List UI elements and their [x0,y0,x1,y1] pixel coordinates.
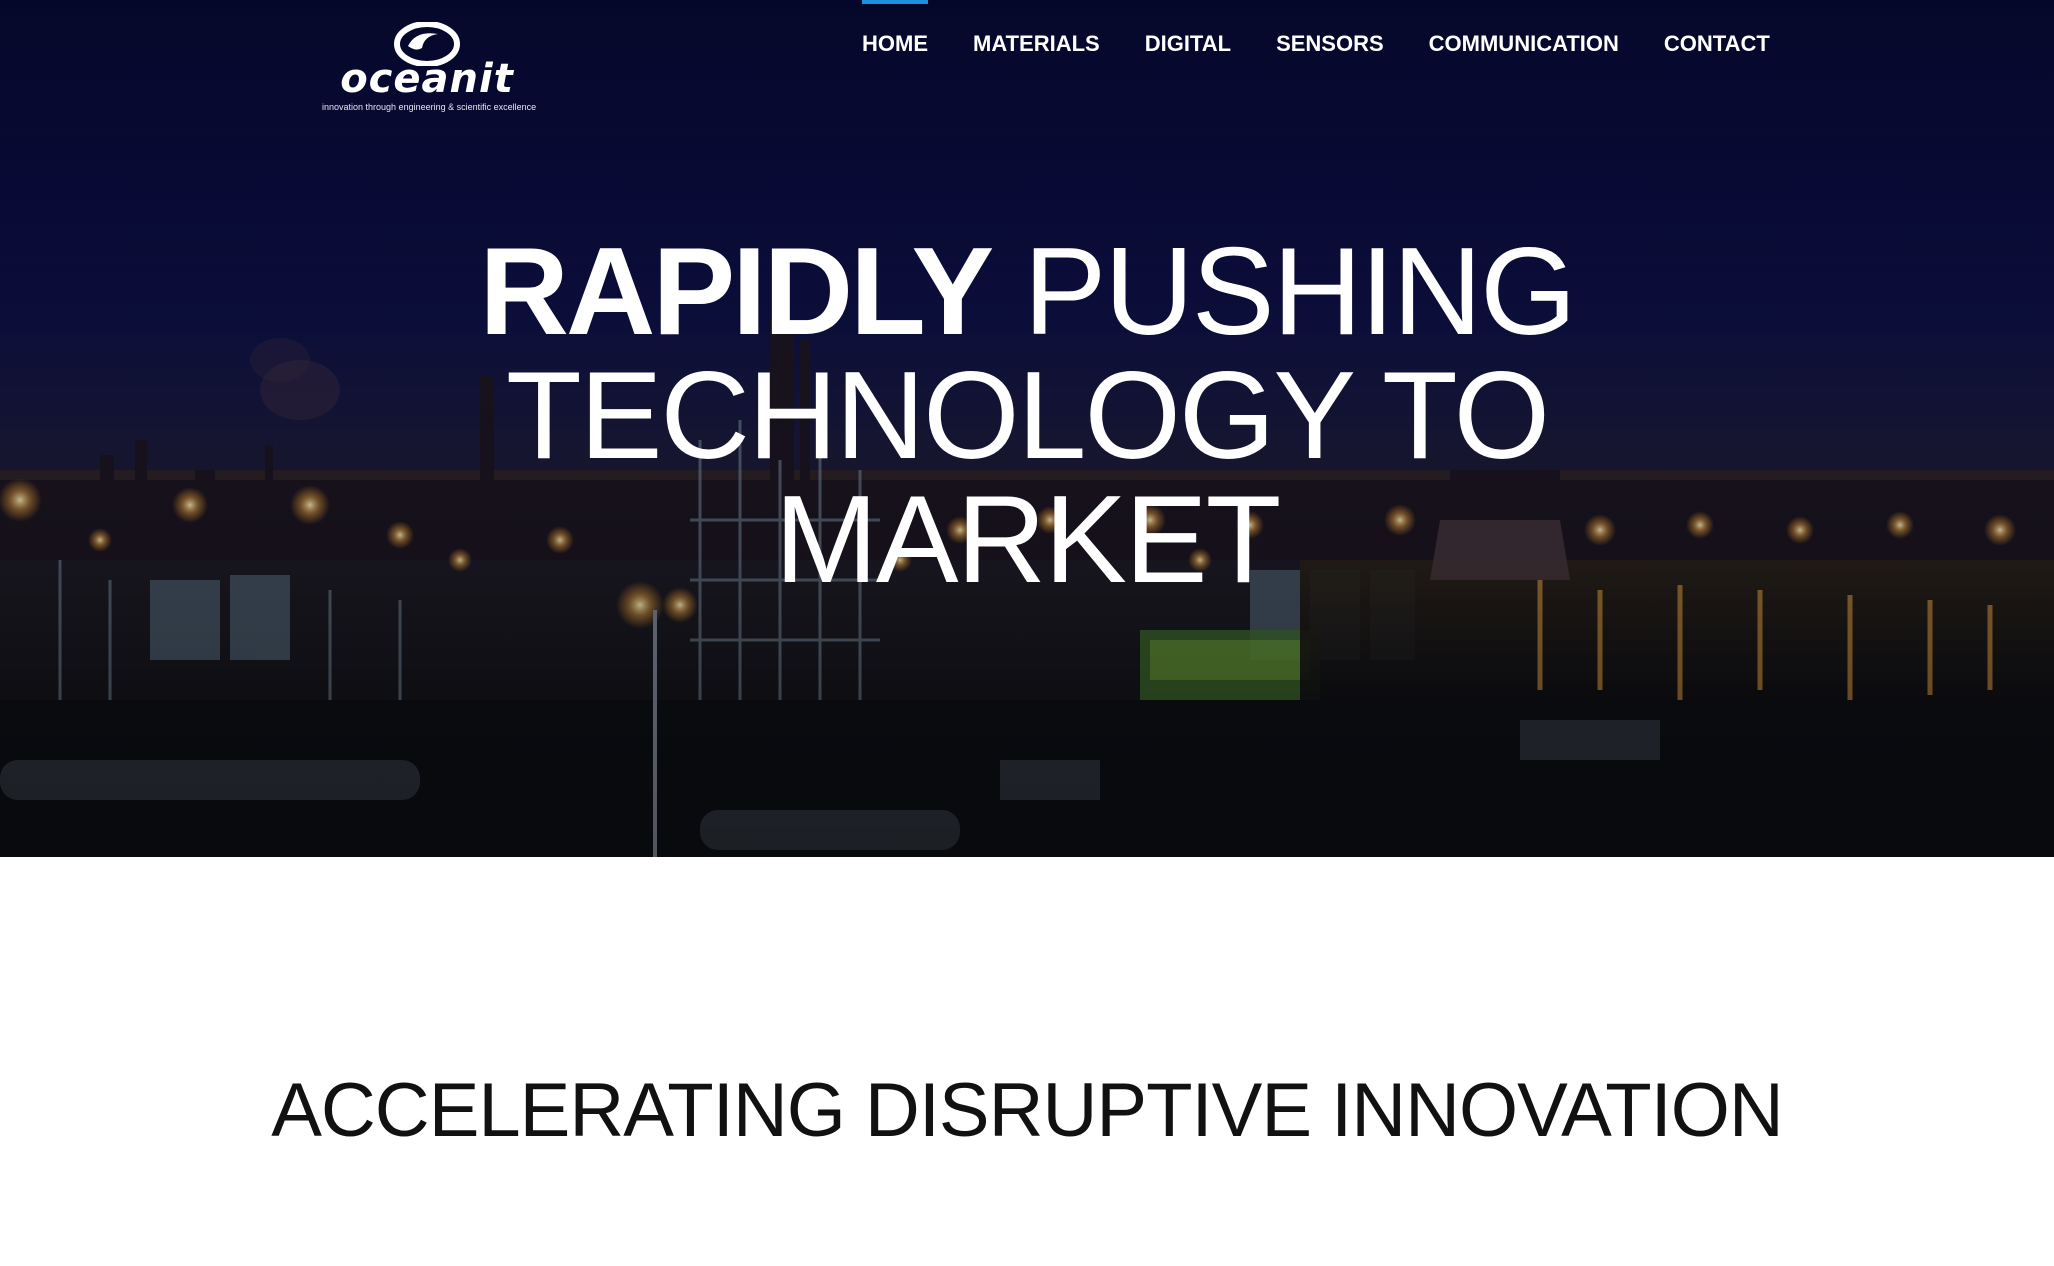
nav-item-communication[interactable]: COMMUNICATION [1429,0,1619,120]
main-navigation: HOME MATERIALS DIGITAL SENSORS COMMUNICA… [862,0,1770,120]
nav-item-contact[interactable]: CONTACT [1664,0,1770,120]
nav-label: CONTACT [1663,30,1770,56]
nav-label: COMMUNICATION [1428,30,1619,56]
section-title: ACCELERATING DISRUPTIVE INNOVATION [271,1068,1784,1153]
nav-item-materials[interactable]: MATERIALS [973,0,1100,120]
nav-label: HOME [862,30,928,56]
nav-label: DIGITAL [1144,30,1232,56]
nav-item-sensors[interactable]: SENSORS [1276,0,1384,120]
nav-item-digital[interactable]: DIGITAL [1145,0,1231,120]
hero-banner: oceanit innovation through engineering &… [0,0,2054,857]
headline-line-1: RAPIDLY PUSHING [0,230,2054,354]
brand-tagline: innovation through engineering & scienti… [322,102,537,112]
hero-headline: RAPIDLY PUSHING TECHNOLOGY TO MARKET [0,230,2054,602]
headline-bold-word: RAPIDLY [479,223,994,361]
nav-label: MATERIALS [973,30,1100,56]
active-indicator [862,0,928,4]
brand-logo[interactable]: oceanit innovation through engineering &… [322,22,537,118]
headline-line-2: TECHNOLOGY TO [505,347,1550,485]
headline-line-3: MARKET [774,471,1282,609]
brand-name: oceanit [340,56,514,102]
nav-item-home[interactable]: HOME [862,0,928,120]
headline-line-1-rest: PUSHING [1023,223,1577,361]
nav-label: SENSORS [1276,30,1384,56]
